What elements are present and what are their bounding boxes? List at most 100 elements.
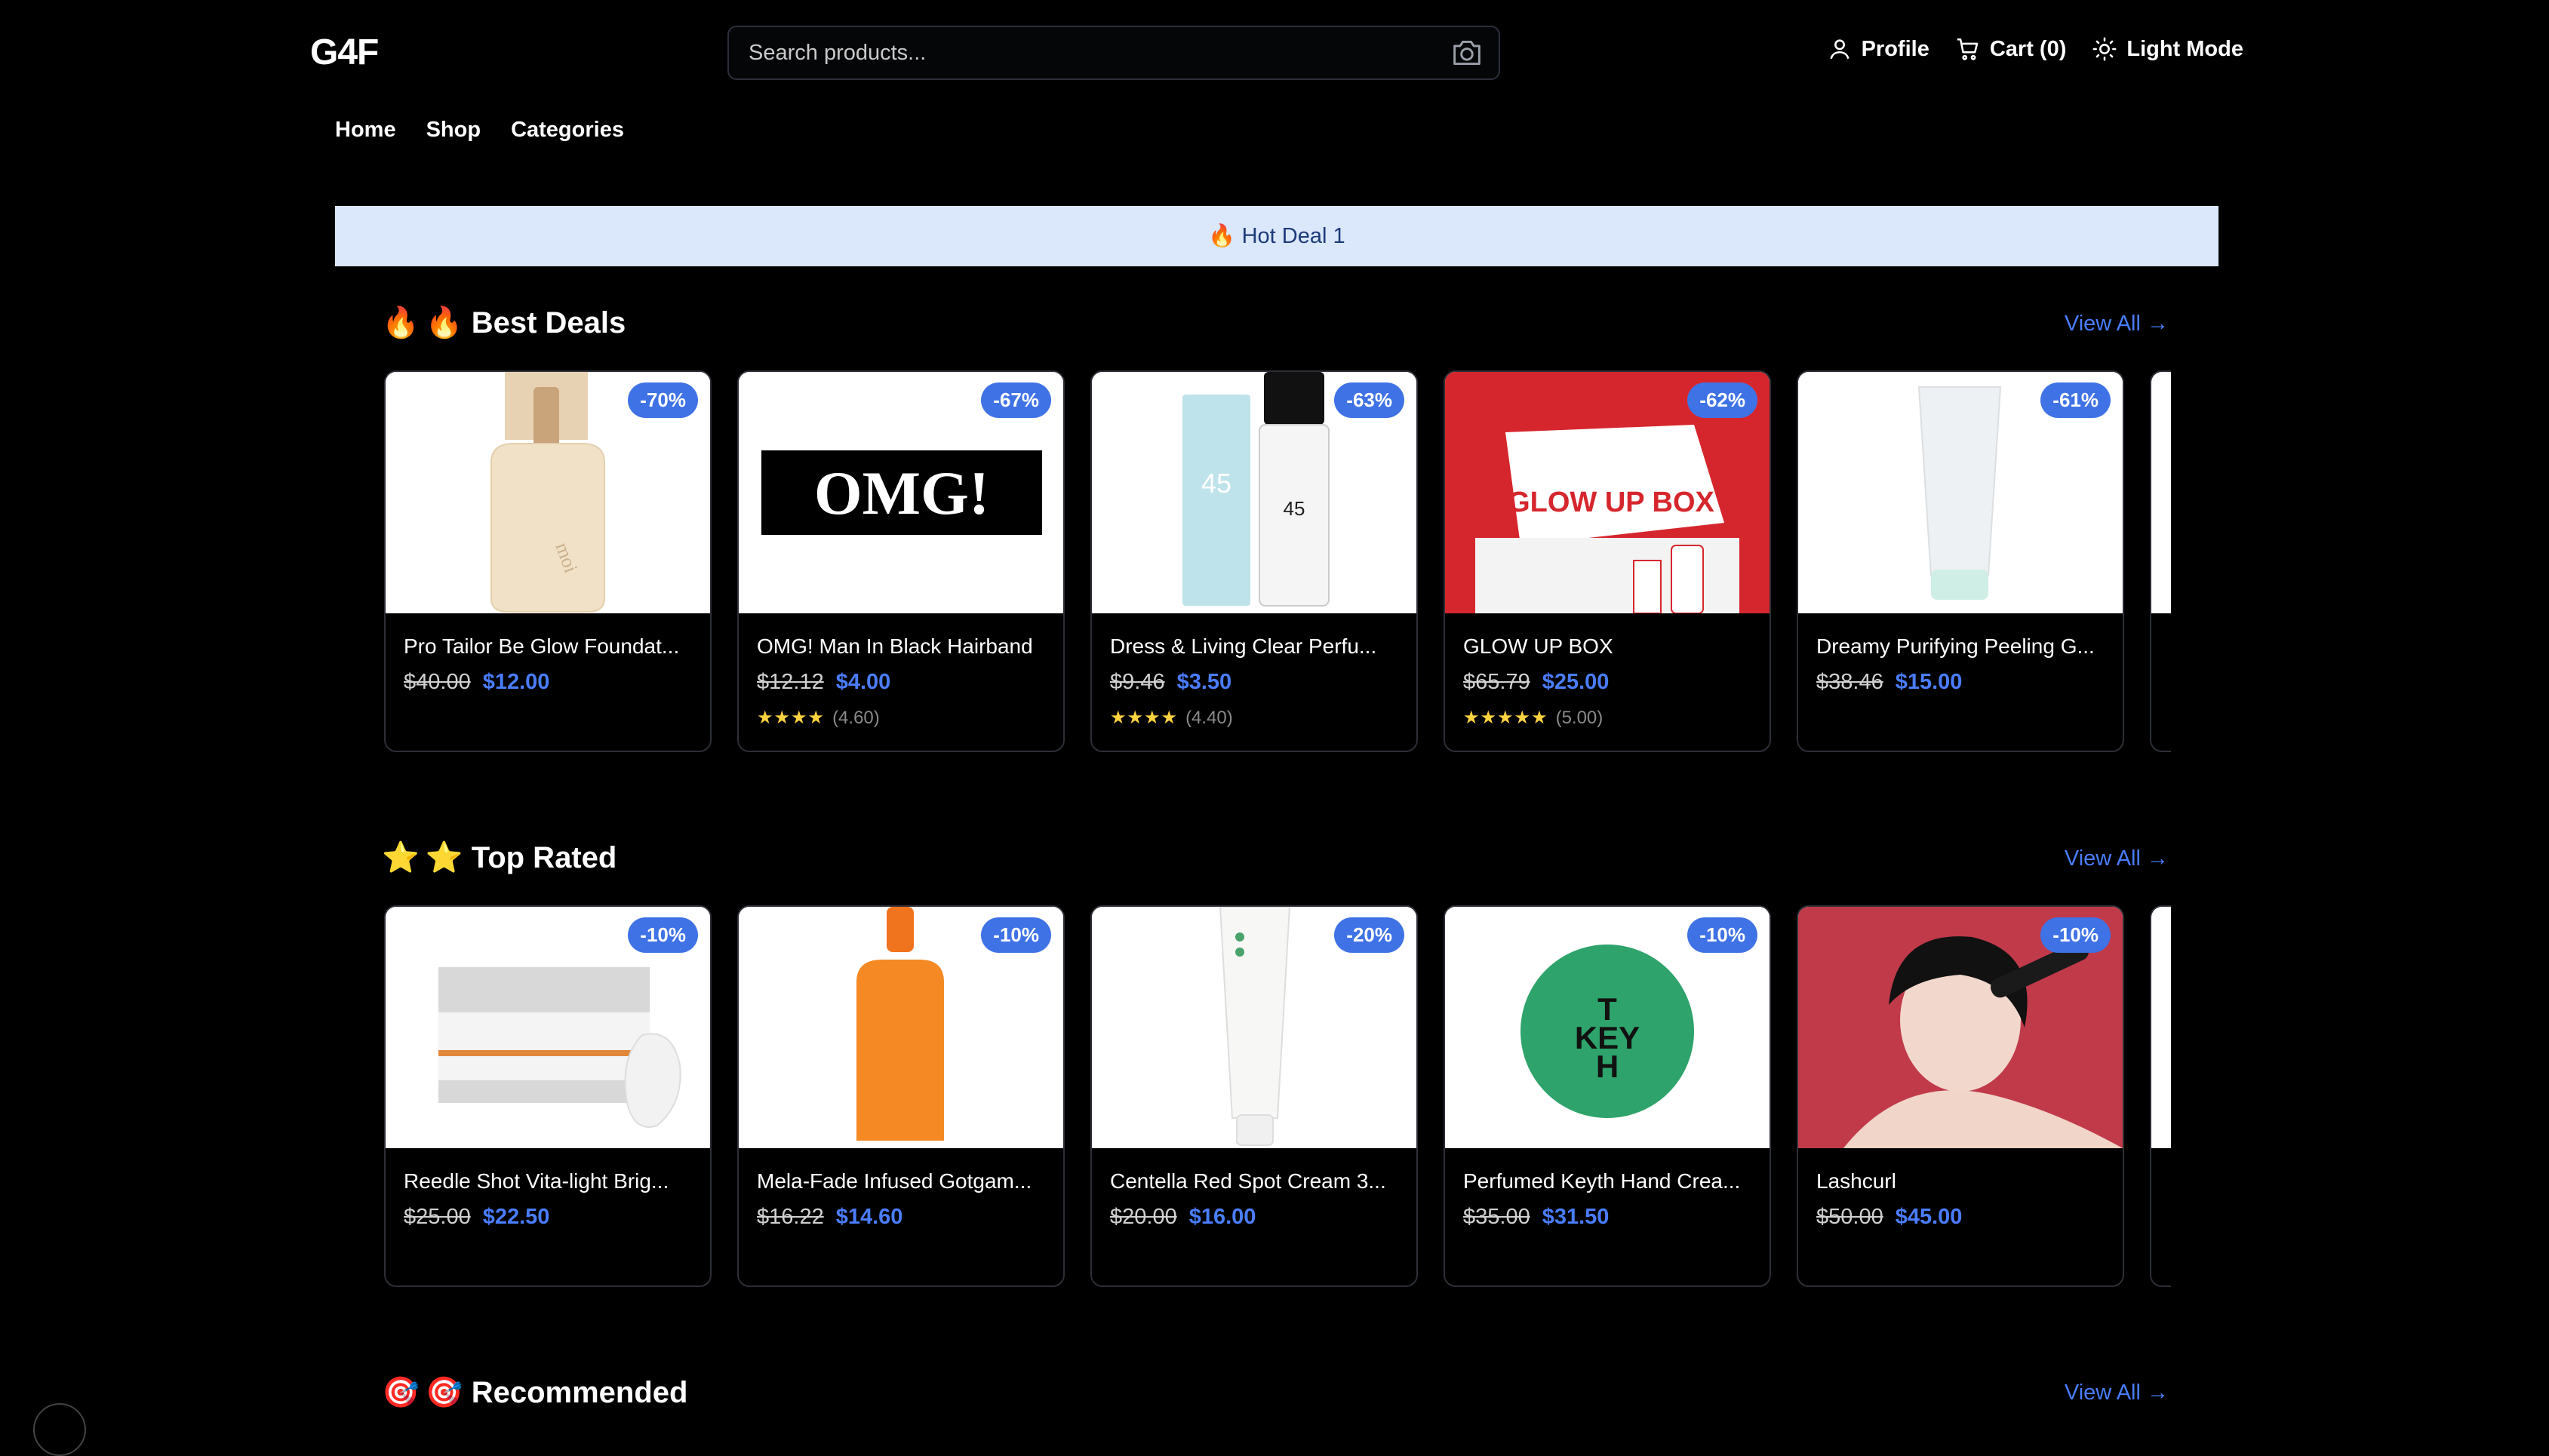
camera-search-button[interactable]	[1450, 38, 1484, 68]
product-card[interactable]: -61% Dreamy Purifying Peeling G... $38.4…	[1797, 370, 2124, 752]
product-card[interactable]: moi -70% Pro Tailor Be Glow Foundat... $…	[384, 370, 712, 752]
floating-action-button[interactable]	[33, 1403, 86, 1456]
search-input[interactable]	[747, 27, 1411, 78]
sale-price: $16.00	[1188, 1205, 1256, 1229]
rating-stars: ★★★★★	[1463, 708, 1548, 728]
discount-badge: -10%	[1687, 917, 1757, 953]
product-card[interactable]: -10% Lashcurl $50.00 $45.00	[1797, 905, 2124, 1287]
product-card-partial[interactable]	[2150, 905, 2171, 1287]
price-group: $9.46 $3.50	[1110, 670, 1231, 695]
sale-price: $15.00	[1895, 670, 1963, 694]
discount-badge: -10%	[628, 917, 698, 953]
price-group: $35.00 $31.50	[1463, 1205, 1609, 1230]
cart-link[interactable]: Cart (0)	[1955, 36, 2067, 62]
best-deals-row: moi -70% Pro Tailor Be Glow Foundat... $…	[384, 370, 2171, 755]
rating-value: (4.60)	[832, 707, 880, 728]
svg-text:GLOW UP BOX: GLOW UP BOX	[1508, 487, 1714, 518]
product-name[interactable]: Lashcurl	[1816, 1169, 2111, 1193]
nav-categories[interactable]: Categories	[511, 118, 624, 143]
price-group: $25.00 $22.50	[404, 1205, 549, 1230]
discount-badge: -70%	[628, 382, 698, 418]
product-name[interactable]: Dreamy Purifying Peeling G...	[1816, 634, 2111, 659]
rating-stars: ★★★★	[757, 708, 826, 728]
cart-icon	[1957, 38, 1979, 60]
product-card[interactable]: -10% Reedle Shot Vita-light Brig... $25.…	[384, 905, 712, 1287]
section-title-recommended: 🎯 🎯 Recommended	[382, 1375, 687, 1410]
discount-badge: -10%	[2040, 917, 2111, 953]
main-nav: Home Shop Categories	[335, 118, 624, 143]
sale-price: $31.50	[1542, 1205, 1610, 1229]
profile-link[interactable]: Profile	[1827, 36, 1929, 62]
product-card[interactable]: -10% Mela-Fade Infused Gotgam... $16.22 …	[737, 905, 1065, 1287]
svg-text:45: 45	[1284, 497, 1305, 520]
sale-price: $45.00	[1895, 1205, 1963, 1229]
product-name[interactable]: Centella Red Spot Cream 3...	[1110, 1169, 1404, 1193]
original-price: $65.79	[1463, 670, 1530, 694]
nav-home[interactable]: Home	[335, 118, 396, 143]
svg-text:OMG!: OMG!	[814, 459, 989, 527]
discount-badge: -10%	[981, 917, 1051, 953]
nav-shop[interactable]: Shop	[426, 118, 481, 143]
sale-price: $3.50	[1176, 670, 1232, 694]
product-name[interactable]: Reedle Shot Vita-light Brig...	[404, 1169, 698, 1193]
product-card[interactable]: -20% Centella Red Spot Cream 3... $20.00…	[1090, 905, 1418, 1287]
top-rated-row: -10% Reedle Shot Vita-light Brig... $25.…	[384, 905, 2171, 1290]
sale-price: $25.00	[1542, 670, 1610, 694]
hot-deal-banner[interactable]: 🔥 Hot Deal 1	[335, 206, 2218, 266]
original-price: $16.22	[757, 1205, 824, 1229]
original-price: $50.00	[1816, 1205, 1883, 1229]
product-name[interactable]: Perfumed Keyth Hand Crea...	[1463, 1169, 1757, 1193]
product-image	[2151, 372, 2171, 613]
product-card-partial[interactable]	[2150, 370, 2171, 752]
profile-label: Profile	[1861, 36, 1929, 61]
product-name[interactable]: Mela-Fade Infused Gotgam...	[757, 1169, 1051, 1193]
product-name[interactable]: OMG! Man In Black Hairband	[757, 634, 1051, 659]
user-icon	[1830, 39, 1849, 60]
view-all-recommended[interactable]: View All →	[2065, 1381, 2169, 1405]
product-name[interactable]: Pro Tailor Be Glow Foundat...	[404, 634, 698, 659]
original-price: $20.00	[1110, 1205, 1177, 1229]
camera-icon	[1453, 41, 1481, 65]
site-logo[interactable]: G4F	[310, 32, 379, 73]
section-title-top-rated: ⭐ ⭐ Top Rated	[382, 840, 616, 875]
product-rating: ★★★★ (4.60)	[757, 707, 880, 729]
price-group: $65.79 $25.00	[1463, 670, 1609, 695]
section-heading: ⭐ Top Rated	[425, 841, 617, 874]
sale-price: $12.00	[482, 670, 550, 694]
product-rating: ★★★★★ (5.00)	[1463, 707, 1603, 729]
price-group: $40.00 $12.00	[404, 670, 549, 695]
view-all-best-deals[interactable]: View All →	[2065, 312, 2169, 336]
product-card[interactable]: T KEY H -10% Perfumed Keyth Hand Crea...…	[1444, 905, 1771, 1287]
product-card[interactable]: GLOW UP BOX -62% GLOW UP BOX $65.79 $25.…	[1444, 370, 1771, 752]
search-bar	[727, 26, 1500, 80]
fire-icon: 🔥	[382, 306, 420, 339]
product-name[interactable]: Dress & Living Clear Perfu...	[1110, 634, 1404, 659]
site-header: G4F Profile Cart (0)	[0, 0, 2549, 142]
rating-value: (5.00)	[1555, 707, 1604, 728]
original-price: $9.46	[1110, 670, 1165, 694]
discount-badge: -62%	[1687, 382, 1757, 418]
original-price: $25.00	[404, 1205, 471, 1229]
price-group: $50.00 $45.00	[1816, 1205, 1962, 1230]
original-price: $35.00	[1463, 1205, 1530, 1229]
view-all-top-rated[interactable]: View All →	[2065, 846, 2169, 871]
target-icon: 🎯	[382, 1376, 420, 1409]
price-group: $38.46 $15.00	[1816, 670, 1962, 695]
product-card[interactable]: OMG! -67% OMG! Man In Black Hairband $12…	[737, 370, 1065, 752]
section-title-best-deals: 🔥 🔥 Best Deals	[382, 305, 626, 340]
svg-text:45: 45	[1201, 468, 1231, 499]
rating-value: (4.40)	[1185, 707, 1233, 728]
product-rating: ★★★★ (4.40)	[1110, 707, 1233, 729]
price-group: $20.00 $16.00	[1110, 1205, 1256, 1230]
product-name[interactable]: GLOW UP BOX	[1463, 634, 1757, 659]
theme-label: Light Mode	[2126, 36, 2243, 61]
sale-price: $22.50	[482, 1205, 550, 1229]
original-price: $12.12	[757, 670, 824, 694]
product-card[interactable]: 45 45 -63% Dress & Living Clear Perfu...…	[1090, 370, 1418, 752]
discount-badge: -63%	[1334, 382, 1404, 418]
star-icon: ⭐	[382, 841, 420, 874]
cart-label: Cart (0)	[1989, 36, 2067, 61]
banner-text: 🔥 Hot Deal 1	[1208, 224, 1345, 248]
theme-toggle[interactable]: Light Mode	[2092, 36, 2243, 62]
discount-badge: -20%	[1334, 917, 1404, 953]
